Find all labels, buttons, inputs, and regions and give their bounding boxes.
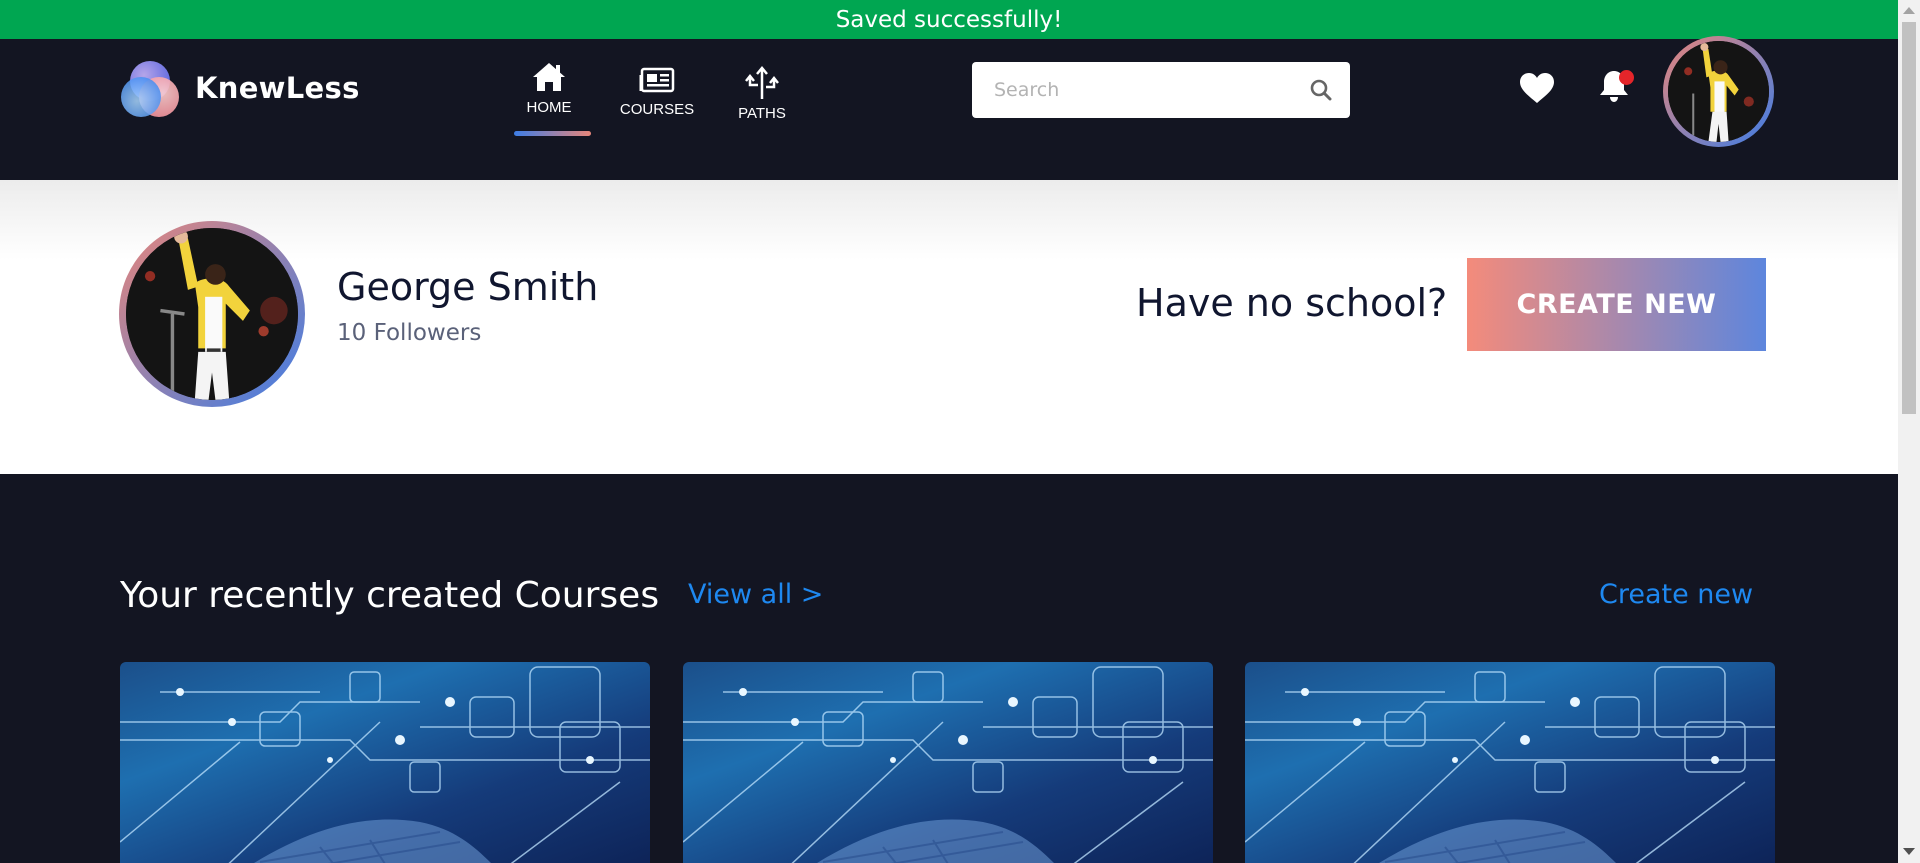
course-card-image [683, 666, 1213, 863]
course-card[interactable] [120, 662, 650, 863]
nav-home-label: HOME [526, 99, 572, 116]
search-input[interactable] [972, 62, 1302, 118]
course-card-image [1245, 666, 1775, 863]
avatar-photo [1668, 41, 1769, 142]
knewless-logo[interactable] [119, 59, 181, 121]
scroll-thumb[interactable] [1902, 22, 1916, 414]
nav-courses[interactable]: COURSES [617, 67, 697, 118]
view-all-link[interactable]: View all > [688, 579, 823, 610]
heart-icon[interactable] [1519, 72, 1555, 104]
newspaper-icon [639, 67, 675, 93]
nav-home[interactable]: HOME [514, 61, 584, 116]
brand-name[interactable]: KnewLess [195, 71, 360, 105]
header-avatar[interactable] [1663, 36, 1774, 147]
page-viewport: Saved successfully! KnewLess HOME COURSE… [0, 0, 1898, 863]
profile-avatar[interactable] [119, 221, 305, 407]
nav-paths-label: PATHS [738, 105, 786, 122]
home-icon [533, 63, 565, 91]
top-navbar: KnewLess HOME COURSES PATHS Search [0, 36, 1898, 180]
section-title: Your recently created Courses [120, 575, 660, 616]
scroll-down-arrow[interactable] [1903, 848, 1915, 855]
nav-courses-label: COURSES [619, 101, 695, 118]
recent-courses-section: Your recently created Courses View all >… [0, 474, 1898, 863]
scroll-up-arrow[interactable] [1903, 7, 1915, 14]
course-card-image [120, 666, 650, 863]
profile-name: George Smith [337, 265, 599, 309]
nav-active-indicator [514, 131, 591, 136]
create-school-button[interactable]: CREATE NEW [1467, 258, 1766, 351]
success-toast: Saved successfully! [0, 0, 1898, 39]
no-school-prompt: Have no school? [1136, 281, 1448, 325]
split-arrows-icon [745, 66, 779, 99]
search-icon[interactable] [1310, 79, 1332, 101]
toast-message: Saved successfully! [835, 6, 1063, 33]
course-card[interactable] [1245, 662, 1775, 863]
nav-paths[interactable]: PATHS [732, 65, 792, 122]
create-new-link[interactable]: Create new [1599, 579, 1753, 610]
profile-followers[interactable]: 10 Followers [337, 320, 481, 346]
search-box[interactable] [972, 62, 1350, 118]
notification-dot [1619, 70, 1634, 85]
profile-section: George Smith 10 Followers Have no school… [0, 180, 1898, 474]
vertical-scrollbar[interactable] [1898, 0, 1920, 863]
course-card[interactable] [683, 662, 1213, 863]
profile-photo [126, 228, 298, 400]
